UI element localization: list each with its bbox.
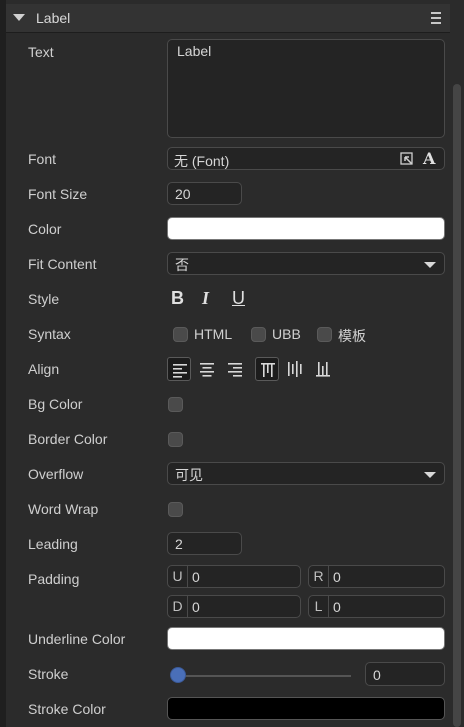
- panel-title: Label: [36, 10, 71, 26]
- padding-right-prefix: R: [309, 566, 329, 587]
- stroke-slider-track[interactable]: [176, 675, 351, 677]
- syntax-label: Syntax: [28, 326, 71, 342]
- font-a-icon[interactable]: A: [423, 149, 435, 168]
- padding-up-value: 0: [192, 569, 200, 585]
- overflow-dropdown[interactable]: 可见: [167, 462, 445, 485]
- padding-right-input[interactable]: R 0: [308, 565, 445, 588]
- padding-left-value: 0: [333, 599, 341, 615]
- syntax-ubb-label: UBB: [272, 326, 301, 342]
- leading-label: Leading: [28, 536, 78, 552]
- bg-color-checkbox[interactable]: [168, 397, 183, 412]
- align-label: Align: [28, 361, 60, 377]
- stroke-label: Stroke: [28, 666, 69, 682]
- font-value: 无 (Font): [174, 153, 230, 169]
- left-edge: [0, 0, 6, 727]
- font-label: Font: [28, 151, 57, 167]
- bg-color-label: Bg Color: [28, 396, 83, 412]
- border-color-label: Border Color: [28, 431, 108, 447]
- padding-left-prefix: L: [309, 596, 329, 617]
- align-left-button[interactable]: [167, 357, 191, 381]
- valign-middle-button[interactable]: [283, 357, 307, 381]
- padding-down-value: 0: [192, 599, 200, 615]
- stroke-color-label: Stroke Color: [28, 701, 106, 717]
- chevron-down-icon: [424, 472, 436, 478]
- align-left-icon: [173, 364, 187, 378]
- overflow-label: Overflow: [28, 466, 84, 482]
- underline-color-swatch[interactable]: [167, 627, 445, 650]
- color-swatch[interactable]: [167, 217, 445, 240]
- text-value: Label: [177, 43, 212, 59]
- fit-content-dropdown[interactable]: 否: [167, 252, 445, 275]
- valign-middle-icon: [288, 361, 302, 377]
- word-wrap-checkbox[interactable]: [168, 502, 183, 517]
- collapse-triangle-icon[interactable]: [13, 14, 25, 21]
- valign-top-icon: [261, 363, 275, 377]
- panel-header[interactable]: Label: [6, 4, 450, 33]
- fit-content-label: Fit Content: [28, 256, 97, 272]
- padding-label: Padding: [28, 571, 80, 587]
- stroke-slider-handle[interactable]: [170, 667, 186, 683]
- leading-input[interactable]: 2: [167, 532, 242, 555]
- underline-color-label: Underline Color: [28, 631, 126, 647]
- border-color-checkbox[interactable]: [168, 432, 183, 447]
- italic-button[interactable]: I: [202, 288, 209, 309]
- align-right-button[interactable]: [223, 357, 247, 381]
- valign-top-button[interactable]: [255, 357, 279, 381]
- align-right-icon: [228, 363, 242, 377]
- hamburger-menu-icon[interactable]: [431, 12, 441, 27]
- padding-up-input[interactable]: U 0: [167, 565, 301, 588]
- syntax-template-checkbox[interactable]: [317, 327, 332, 342]
- font-size-label: Font Size: [28, 186, 88, 202]
- padding-right-value: 0: [333, 569, 341, 585]
- align-center-icon: [200, 363, 214, 377]
- stroke-value: 0: [373, 667, 381, 683]
- leading-value: 2: [175, 536, 183, 552]
- valign-bottom-button[interactable]: [311, 357, 335, 381]
- color-label: Color: [28, 221, 62, 237]
- padding-left-input[interactable]: L 0: [308, 595, 445, 618]
- valign-bottom-icon: [316, 362, 330, 377]
- align-center-button[interactable]: [195, 357, 219, 381]
- overflow-value: 可见: [175, 467, 203, 483]
- chevron-down-icon: [424, 262, 436, 268]
- fit-content-value: 否: [175, 257, 189, 273]
- stroke-input[interactable]: 0: [365, 662, 445, 686]
- text-textarea[interactable]: Label: [167, 39, 445, 138]
- padding-up-prefix: U: [168, 566, 188, 587]
- syntax-html-checkbox[interactable]: [173, 327, 188, 342]
- syntax-ubb-checkbox[interactable]: [251, 327, 266, 342]
- picker-icon[interactable]: [400, 152, 414, 166]
- syntax-template-label: 模板: [338, 328, 366, 344]
- font-input[interactable]: 无 (Font) A: [167, 147, 445, 170]
- font-size-value: 20: [175, 186, 191, 202]
- font-size-input[interactable]: 20: [167, 182, 242, 205]
- padding-down-input[interactable]: D 0: [167, 595, 301, 618]
- syntax-html-label: HTML: [194, 326, 233, 342]
- bold-button[interactable]: B: [171, 288, 184, 309]
- text-label: Text: [28, 44, 54, 60]
- word-wrap-label: Word Wrap: [28, 501, 99, 517]
- style-label: Style: [28, 291, 60, 307]
- scrollbar-thumb[interactable]: [453, 84, 461, 727]
- stroke-color-swatch[interactable]: [167, 697, 445, 720]
- padding-down-prefix: D: [168, 596, 188, 617]
- underline-button[interactable]: U: [232, 288, 245, 309]
